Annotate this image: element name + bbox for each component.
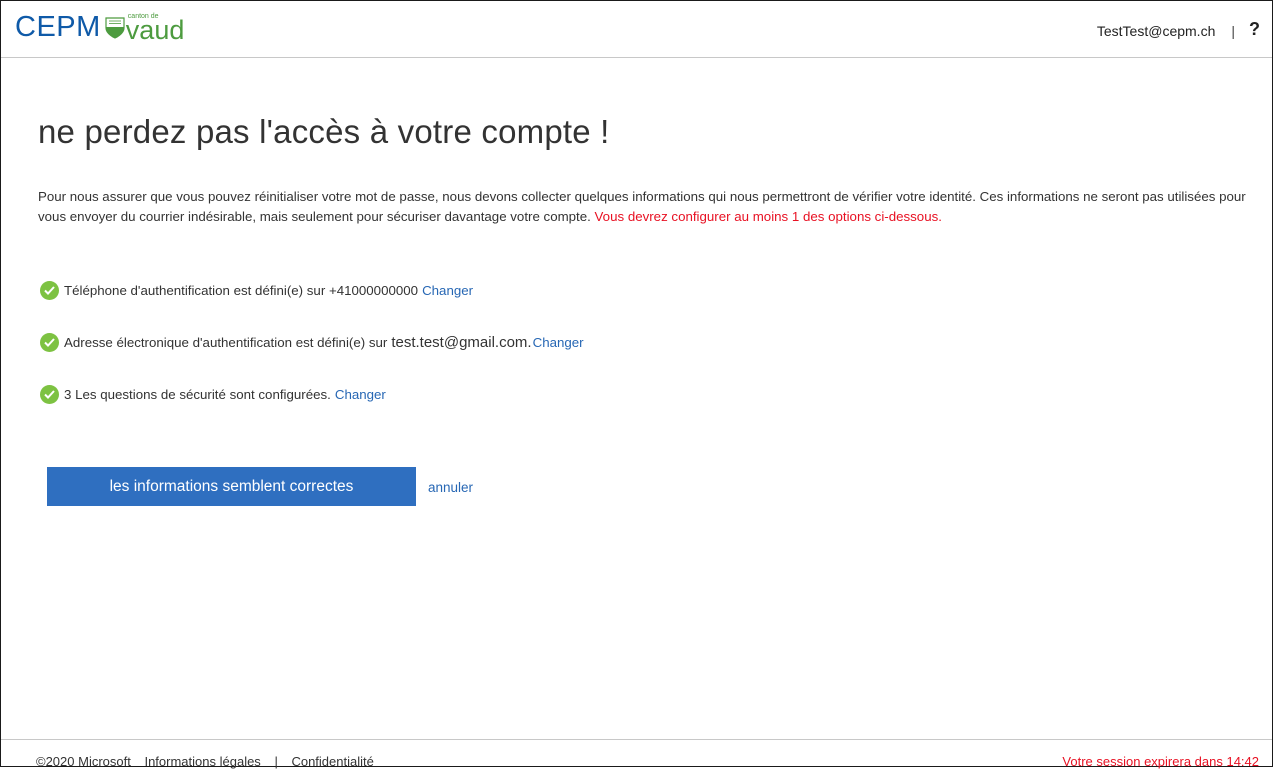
email-item: Adresse électronique d'authentification …	[40, 333, 584, 352]
phone-item-text: Téléphone d'authentification est défini(…	[64, 283, 419, 298]
user-area: TestTest@cepm.ch | ?	[1096, 19, 1260, 40]
vaud-crest-icon	[105, 17, 125, 44]
page-title: ne perdez pas l'accès à votre compte !	[38, 113, 610, 150]
checkmark-icon	[40, 385, 59, 404]
canton-label: canton de	[127, 13, 159, 20]
vaud-wordmark: canton de vaud	[126, 9, 185, 51]
checkmark-icon	[40, 333, 59, 352]
logo: CEPM canton de vaud	[15, 9, 184, 49]
footer: ©2020 Microsoft Informations légales | C…	[1, 739, 1272, 769]
phone-item: Téléphone d'authentification est défini(…	[40, 281, 473, 300]
confirm-button[interactable]: les informations semblent correctes	[47, 467, 416, 506]
header: CEPM canton de vaud TestTest@cepm.ch | ?	[1, 1, 1272, 58]
intro-paragraph: Pour nous assurer que vous pouvez réinit…	[38, 187, 1248, 226]
help-icon[interactable]: ?	[1249, 19, 1260, 40]
user-email: TestTest@cepm.ch	[1096, 23, 1216, 39]
logo-text: CEPM	[15, 11, 101, 43]
security-questions-item: 3 Les questions de sécurité sont configu…	[40, 385, 386, 404]
email-item-value: test.test@gmail.com.	[391, 334, 532, 351]
email-item-text: Adresse électronique d'authentification …	[64, 335, 388, 350]
header-separator: |	[1231, 23, 1235, 39]
change-email-link[interactable]: Changer	[533, 335, 584, 350]
security-questions-text: 3 Les questions de sécurité sont configu…	[64, 387, 331, 402]
cancel-link[interactable]: annuler	[428, 480, 473, 495]
change-phone-link[interactable]: Changer	[422, 283, 473, 298]
warning-text: Vous devrez configurer au moins 1 des op…	[594, 208, 942, 224]
checkmark-icon	[40, 281, 59, 300]
page-frame: CEPM canton de vaud TestTest@cepm.ch | ?…	[0, 0, 1273, 769]
change-questions-link[interactable]: Changer	[335, 387, 386, 402]
